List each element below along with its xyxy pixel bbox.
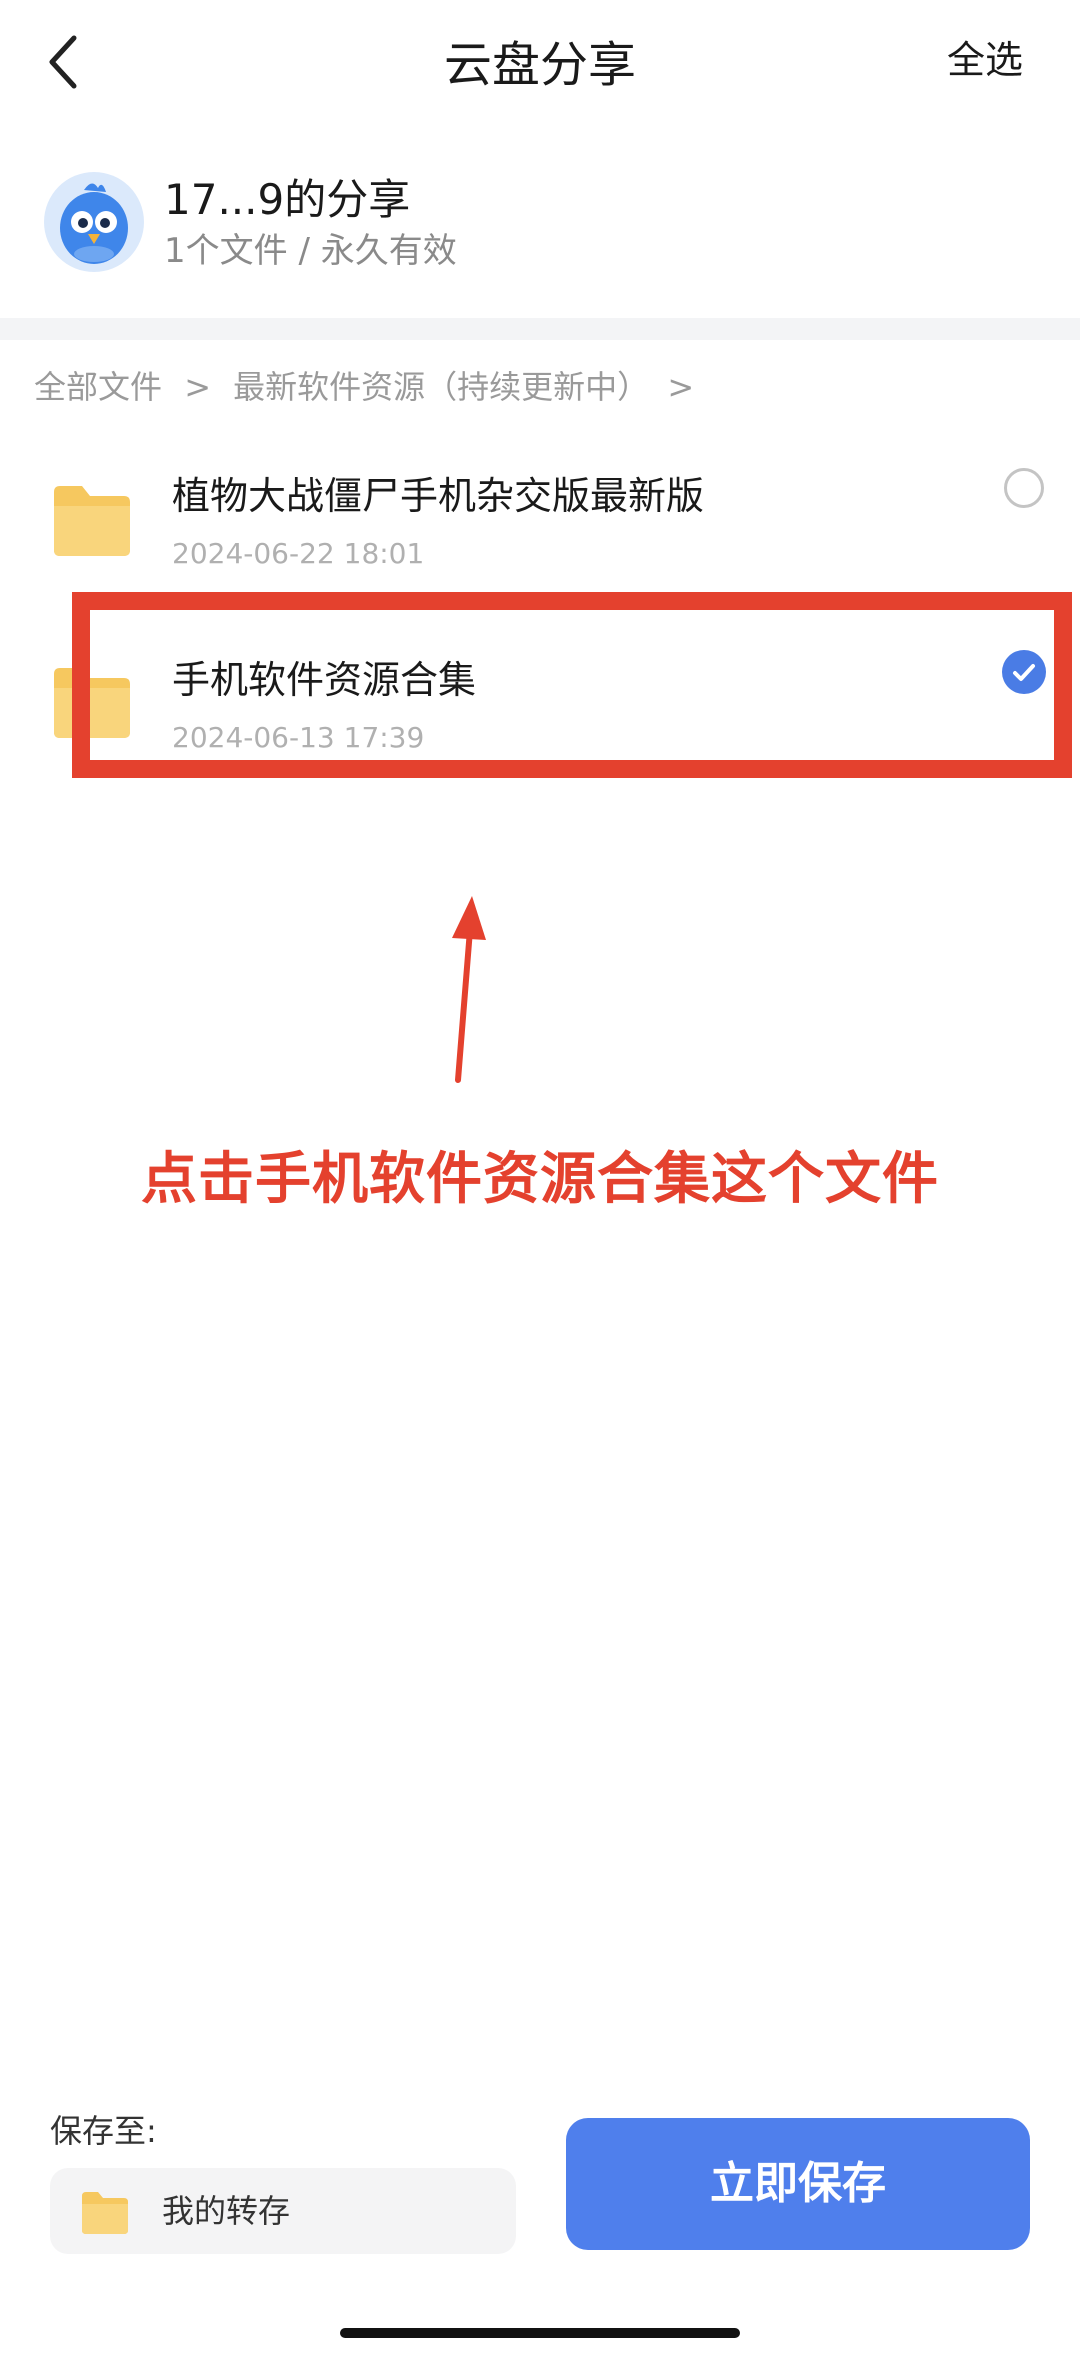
- highlight-annotation-box: [72, 592, 1072, 778]
- bird-avatar-icon: [44, 172, 144, 272]
- save-now-button[interactable]: 立即保存: [566, 2118, 1030, 2250]
- select-all-button[interactable]: 全选: [920, 30, 1050, 90]
- breadcrumb-separator: >: [184, 368, 211, 406]
- breadcrumb-item-all-files[interactable]: 全部文件: [34, 362, 162, 412]
- breadcrumb-separator: >: [667, 368, 695, 406]
- file-date: 2024-06-22 18:01: [172, 537, 425, 570]
- arrow-up-icon: [430, 890, 500, 1090]
- share-meta: 1个文件 / 永久有效: [164, 231, 457, 271]
- page-title: 云盘分享: [443, 37, 636, 93]
- save-location-selector[interactable]: 我的转存: [50, 2168, 516, 2254]
- folder-icon: [80, 2188, 130, 2236]
- breadcrumb-item-latest-software[interactable]: 最新软件资源（持续更新中）: [233, 362, 649, 412]
- share-owner-name: 17...9的分享: [164, 175, 411, 224]
- file-name: 植物大战僵尸手机杂交版最新版: [172, 474, 705, 518]
- breadcrumb: 全部文件 > 最新软件资源（持续更新中） >: [34, 362, 694, 412]
- avatar: [44, 172, 144, 272]
- save-to-label: 保存至:: [50, 2112, 157, 2150]
- section-divider: [0, 318, 1080, 340]
- unchecked-radio-icon[interactable]: [1004, 468, 1044, 508]
- save-location-value: 我的转存: [162, 2192, 291, 2230]
- home-indicator[interactable]: [340, 2328, 740, 2338]
- folder-icon: [50, 478, 134, 562]
- annotation-text: 点击手机软件资源合集这个文件: [141, 1147, 939, 1212]
